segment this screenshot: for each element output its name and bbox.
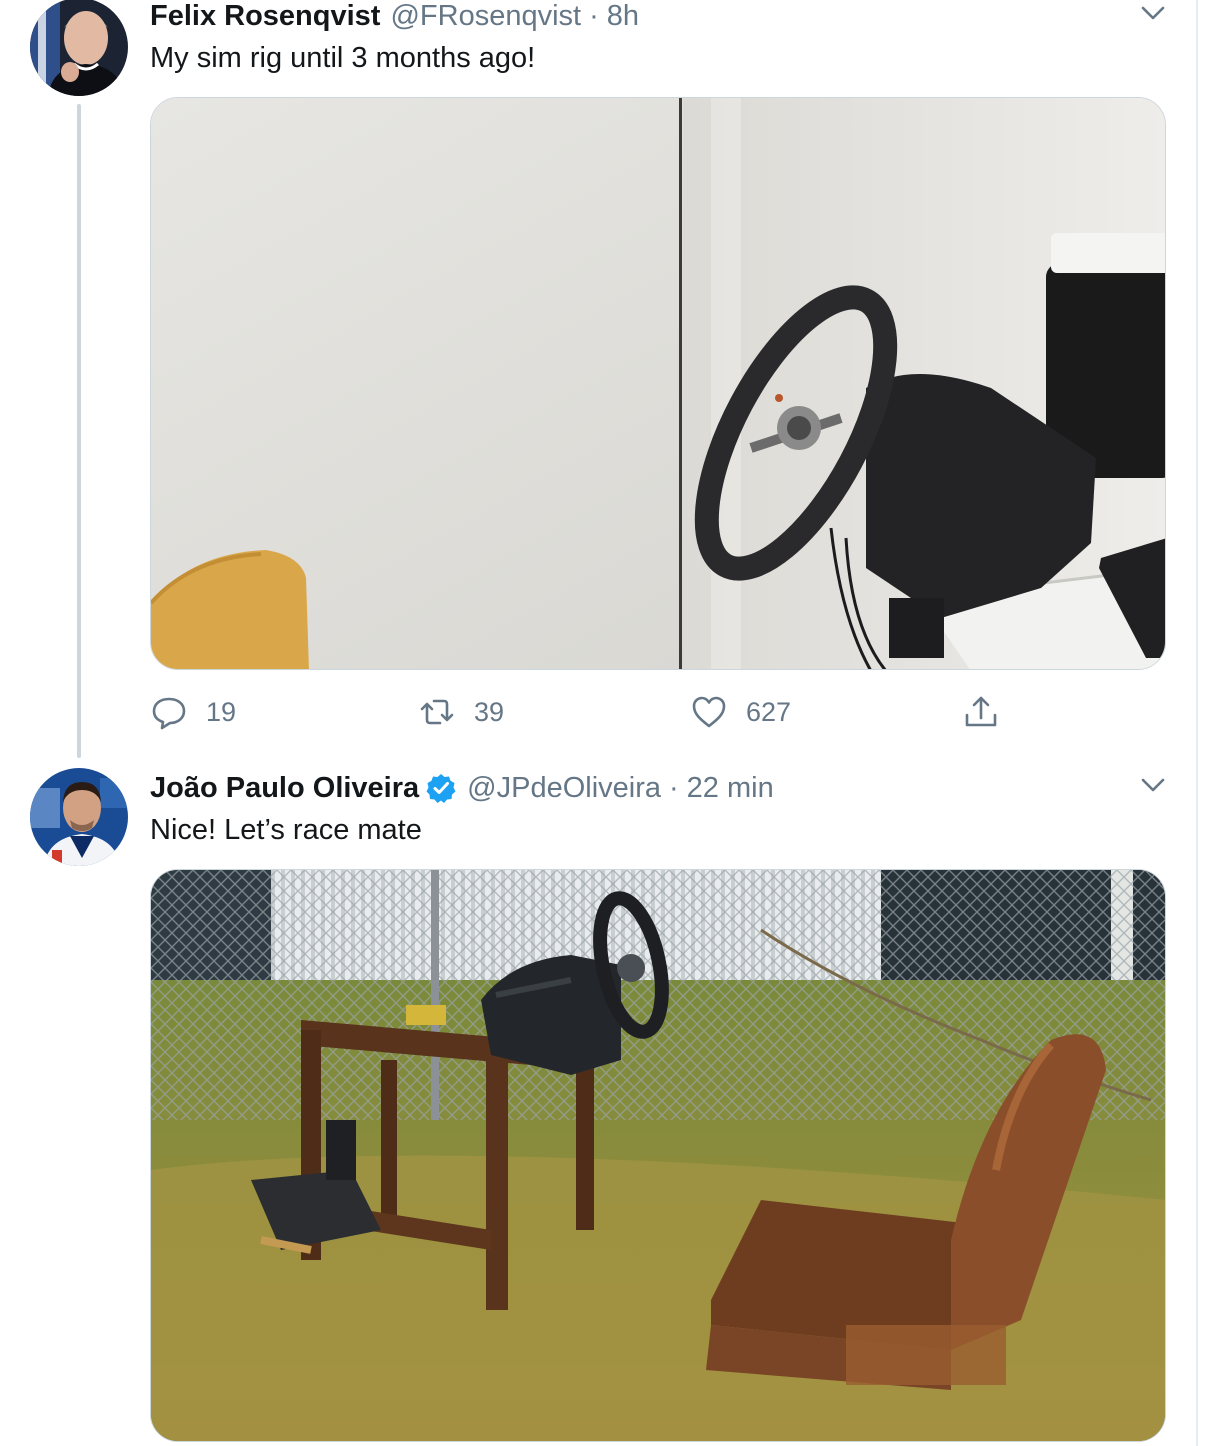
share-button[interactable]: [962, 688, 1000, 736]
timeline-border: [1196, 0, 1198, 1446]
share-icon: [965, 696, 997, 727]
retweet-button[interactable]: 39: [418, 688, 504, 736]
tweet-photo[interactable]: [150, 97, 1166, 670]
like-count: 627: [746, 696, 792, 727]
tweet-header: Felix Rosenqvist @FRosenqvist · 8h: [150, 0, 639, 36]
retweet-icon: [420, 699, 454, 725]
reply-count: 19: [206, 696, 237, 727]
display-name[interactable]: Felix Rosenqvist: [150, 0, 380, 33]
reply-button[interactable]: 19: [150, 688, 236, 736]
timestamp[interactable]: 8h: [607, 0, 639, 33]
user-handle[interactable]: @FRosenqvist: [390, 0, 581, 33]
chevron-down-icon[interactable]: [1136, 768, 1170, 802]
user-handle[interactable]: @JPdeOliveira: [467, 772, 661, 805]
tweet-header: João Paulo Oliveira @JPdeOliveira · 22 m…: [150, 768, 774, 808]
reply-icon: [152, 697, 186, 730]
avatar-felix[interactable]: [30, 0, 128, 96]
separator-dot: ·: [589, 0, 599, 32]
tweet-actions: 19 39 627: [150, 688, 1010, 736]
thread-connector: [77, 104, 81, 758]
tweet-text: My sim rig until 3 months ago!: [150, 42, 536, 74]
display-name[interactable]: João Paulo Oliveira: [150, 772, 419, 805]
tweet-photo[interactable]: [150, 869, 1166, 1442]
like-button[interactable]: 627: [690, 688, 791, 736]
retweet-count: 39: [474, 696, 505, 727]
chevron-down-icon[interactable]: [1136, 0, 1170, 30]
heart-icon: [692, 696, 726, 728]
tweet-text: Nice! Let’s race mate: [150, 814, 422, 846]
timestamp[interactable]: 22 min: [687, 772, 774, 805]
verified-badge-icon: [426, 774, 456, 803]
separator-dot: ·: [669, 771, 679, 804]
avatar-joao[interactable]: [30, 768, 128, 866]
